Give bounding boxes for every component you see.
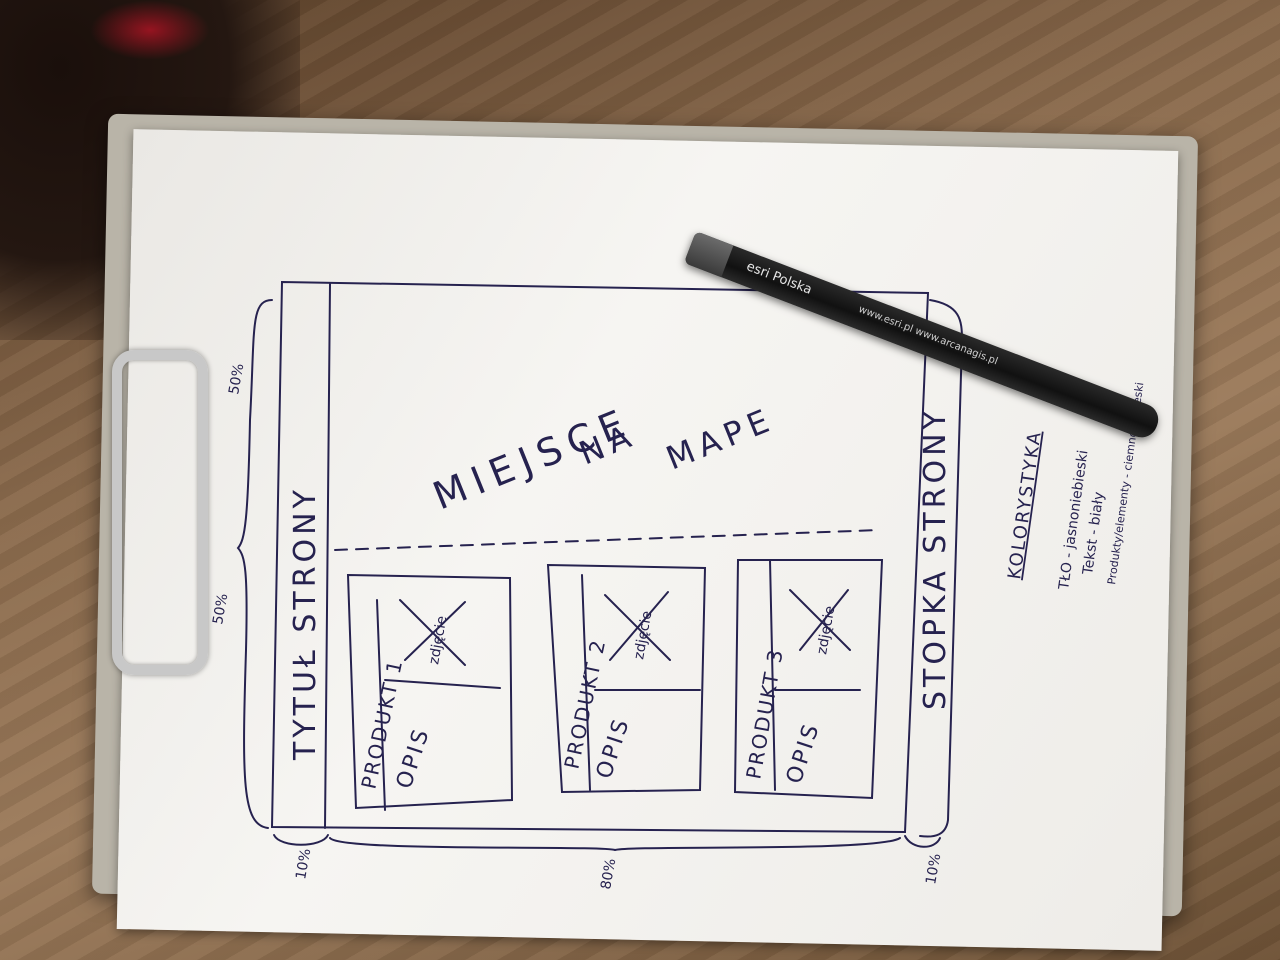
brace-middle-column <box>329 837 901 852</box>
desc-label-3: OPIS <box>782 719 825 787</box>
title-column-divider <box>324 283 331 829</box>
pct-right: 10% <box>923 852 944 885</box>
image-label-3: zdjęcie <box>814 605 838 656</box>
pct-left: 10% <box>293 847 314 880</box>
image-label-1: zdjęcie <box>426 615 450 666</box>
footer-label: STOPKA STRONY <box>918 407 953 710</box>
pct-50-bottom: 50% <box>210 592 231 625</box>
brace-left-column <box>273 834 329 846</box>
wireframe-sketch: TYTUŁ STRONY MIEJSCE NA MAPE STOPKA STRO… <box>210 280 1146 891</box>
title-label: TYTUŁ STRONY <box>288 486 323 761</box>
desc-label-2: OPIS <box>592 714 635 782</box>
product-label-3: PRODUKT 3 <box>741 646 788 781</box>
map-separator <box>334 529 881 551</box>
map-word-3: MAPE <box>661 400 780 478</box>
pct-50-top: 50% <box>226 362 247 395</box>
desc-label-1: OPIS <box>392 724 435 792</box>
pct-middle: 80% <box>598 857 619 890</box>
brace-right-column <box>904 835 941 848</box>
colors-heading: KOLORYSTYKA <box>1004 429 1046 581</box>
image-label-2: zdjęcie <box>631 610 655 661</box>
